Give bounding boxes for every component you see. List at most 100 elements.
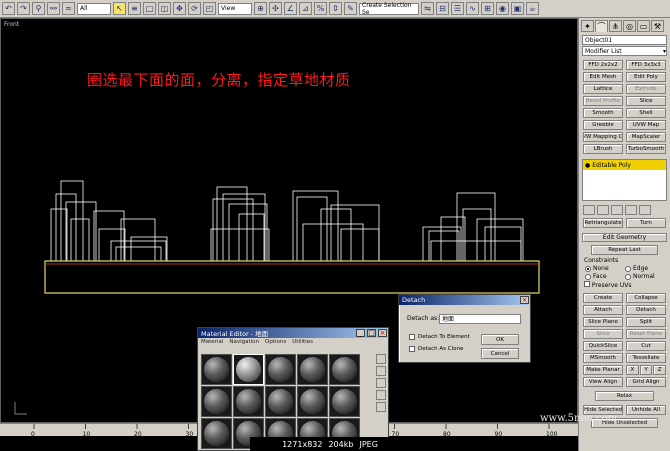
utilities-tab-icon[interactable]: ⚒	[651, 20, 664, 32]
ok-button[interactable]: OK	[481, 334, 519, 345]
msmooth-button[interactable]: MSmooth	[583, 353, 623, 363]
modifier-button[interactable]: VW Mapping Cl	[583, 132, 623, 142]
planar-x-button[interactable]: X	[626, 365, 639, 375]
select-object-icon[interactable]: ↖	[113, 2, 126, 15]
material-editor-titlebar[interactable]: Material Editor - 地面 _ □ ×	[198, 328, 388, 338]
modifier-list-dropdown[interactable]: Modifier List ▾	[582, 46, 667, 56]
modifier-button[interactable]: UVW Map	[626, 120, 666, 130]
curve-editor-icon[interactable]: ∿	[466, 2, 479, 15]
background-icon[interactable]	[376, 378, 386, 388]
detach-as-clone-checkbox[interactable]: Detach As Clone	[409, 346, 463, 352]
grid-align-button[interactable]: Grid Align	[626, 377, 666, 387]
uv-tiling-icon[interactable]	[376, 390, 386, 400]
attach-button[interactable]: Attach	[583, 305, 623, 315]
create-tab-icon[interactable]: ✦	[581, 20, 594, 32]
scale-icon[interactable]: ◰	[203, 2, 216, 15]
motion-tab-icon[interactable]: ◎	[623, 20, 636, 32]
bind-spacewarp-icon[interactable]: ≈	[62, 2, 75, 15]
unlink-icon[interactable]: ⚯	[47, 2, 60, 15]
modifier-button[interactable]: Bevel Profile	[583, 96, 623, 106]
cancel-button[interactable]: Cancel	[481, 348, 519, 359]
render-setup-icon[interactable]: ▣	[511, 2, 524, 15]
named-selection-set-select[interactable]: Create Selection Se	[359, 2, 419, 16]
sample-slot[interactable]	[233, 386, 264, 417]
window-crossing-icon[interactable]: ◫	[158, 2, 171, 15]
link-icon[interactable]: ⚲	[32, 2, 45, 15]
split-checkbox[interactable]: Split	[626, 317, 666, 327]
detach-button[interactable]: Detach	[626, 305, 666, 315]
select-by-name-icon[interactable]: ≡	[128, 2, 141, 15]
mirror-icon[interactable]: ⇋	[421, 2, 434, 15]
manipulate-icon[interactable]: ✣	[269, 2, 282, 15]
planar-y-button[interactable]: Y	[639, 365, 653, 375]
schematic-icon[interactable]: ⊞	[481, 2, 494, 15]
view-align-button[interactable]: View Align	[583, 377, 623, 387]
layer-icon[interactable]: ☰	[451, 2, 464, 15]
quickslice-button[interactable]: QuickSlice	[583, 341, 623, 351]
modifier-stack[interactable]: ● Editable Poly	[582, 159, 667, 201]
pivot-icon[interactable]: ⊕	[254, 2, 267, 15]
constraint-face-radio[interactable]: Face	[585, 273, 624, 280]
align-icon[interactable]: ⊟	[436, 2, 449, 15]
sample-slot[interactable]	[297, 386, 328, 417]
menu-utilities[interactable]: Utilities	[292, 339, 313, 345]
angle-snap-icon[interactable]: ⊿	[299, 2, 312, 15]
move-icon[interactable]: ✥	[173, 2, 186, 15]
modifier-button[interactable]: Lattice	[583, 84, 623, 94]
show-end-result-icon[interactable]	[597, 205, 609, 215]
sample-slot[interactable]	[201, 354, 232, 385]
planar-z-button[interactable]: Z	[653, 365, 667, 375]
slice-plane-button[interactable]: Slice Plane	[583, 317, 623, 327]
menu-options[interactable]: Options	[265, 339, 286, 345]
retriangulate-button[interactable]: Retriangulate	[583, 218, 623, 228]
reset-plane-button[interactable]: Reset Plane	[626, 329, 666, 339]
detach-to-element-checkbox[interactable]: Detach To Element	[409, 334, 470, 340]
display-tab-icon[interactable]: ▭	[637, 20, 650, 32]
cut-button[interactable]: Cut	[626, 341, 666, 351]
stack-item-editable-poly[interactable]: ● Editable Poly	[583, 160, 666, 170]
modifier-button[interactable]: Edit Mesh	[583, 72, 623, 82]
sample-slot[interactable]	[329, 386, 360, 417]
modifier-button[interactable]: FFD 2x2x2	[583, 60, 623, 70]
constraint-edge-radio[interactable]: Edge	[625, 265, 664, 272]
sample-slot-active[interactable]	[233, 354, 264, 385]
sample-type-icon[interactable]	[376, 354, 386, 364]
make-unique-icon[interactable]	[611, 205, 623, 215]
hierarchy-tab-icon[interactable]: ⋔	[609, 20, 622, 32]
modifier-button[interactable]: Shell	[626, 108, 666, 118]
modifier-button[interactable]: Extrude	[626, 84, 666, 94]
repeat-last-button[interactable]: Repeat Last	[591, 245, 658, 255]
modifier-button[interactable]: TurboSmooth	[626, 144, 666, 154]
object-name-field[interactable]: Object01	[582, 35, 667, 45]
modifier-button[interactable]: Greeble	[583, 120, 623, 130]
sample-slot[interactable]	[265, 354, 296, 385]
constraint-none-radio[interactable]: None	[585, 265, 624, 272]
tessellate-button[interactable]: Tessellate	[626, 353, 666, 363]
snap-icon[interactable]: ∠	[284, 2, 297, 15]
sample-slot[interactable]	[265, 386, 296, 417]
modifier-button[interactable]: Smooth	[583, 108, 623, 118]
named-selection-icon[interactable]: ✎	[344, 2, 357, 15]
render-icon[interactable]: ☕	[526, 2, 539, 15]
detach-as-input[interactable]: 地面	[439, 314, 521, 324]
unhide-all-button[interactable]: Unhide All	[626, 405, 666, 415]
modifier-button[interactable]: Edit Poly	[626, 72, 666, 82]
rect-selection-icon[interactable]: □	[143, 2, 156, 15]
make-planar-button[interactable]: Make Planar	[583, 365, 623, 375]
rotate-icon[interactable]: ⟳	[188, 2, 201, 15]
reference-coord-select[interactable]: View	[218, 2, 252, 15]
remove-modifier-icon[interactable]	[625, 205, 637, 215]
percent-snap-icon[interactable]: %	[314, 2, 327, 15]
close-icon[interactable]: ×	[520, 296, 529, 304]
constraint-normal-radio[interactable]: Normal	[625, 273, 664, 280]
create-button[interactable]: Create	[583, 293, 623, 303]
minimize-icon[interactable]: _	[356, 329, 365, 337]
preserve-uvs-checkbox[interactable]: Preserve UVs	[579, 280, 670, 290]
modifier-button[interactable]: FFD 3x3x3	[626, 60, 666, 70]
relax-button[interactable]: Relax	[595, 391, 654, 401]
pin-stack-icon[interactable]	[583, 205, 595, 215]
sample-slot[interactable]	[297, 354, 328, 385]
sample-slot[interactable]	[201, 418, 232, 449]
sample-slot[interactable]	[201, 386, 232, 417]
collapse-button[interactable]: Collapse	[626, 293, 666, 303]
